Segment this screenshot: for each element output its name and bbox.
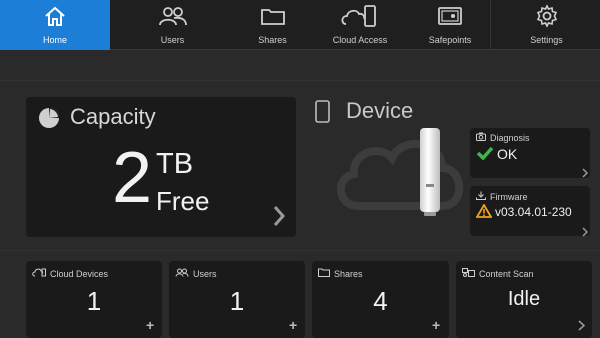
camera-icon <box>476 132 486 143</box>
nav-cloud-access[interactable]: Cloud Access <box>310 0 410 50</box>
firmware-header: Firmware <box>476 191 528 202</box>
content-scan-chevron-right-icon[interactable] <box>578 318 586 336</box>
nav-shares-label: Shares <box>258 35 287 45</box>
cloud-icon <box>330 126 470 221</box>
device-title: Device <box>346 98 414 123</box>
users-header: Users <box>175 268 217 279</box>
shares-tile-folder-icon <box>318 268 330 279</box>
diagnosis-label: Diagnosis <box>490 132 530 143</box>
nav-settings-label: Settings <box>530 35 563 45</box>
shares-tile-label: Shares <box>334 268 363 279</box>
shares-add-button[interactable]: + <box>432 317 440 333</box>
capacity-status: Free <box>156 186 210 216</box>
section-divider <box>0 80 600 81</box>
users-tile-icon <box>175 268 189 279</box>
shares-tile-value: 4 <box>373 286 388 316</box>
device-image <box>418 126 442 223</box>
firmware-chevron-right-icon[interactable] <box>582 224 589 242</box>
diagnosis-status: OK <box>497 146 518 162</box>
cloud-devices-label: Cloud Devices <box>50 268 109 279</box>
shares-header: Shares <box>318 268 363 279</box>
users-icon <box>158 0 188 32</box>
content-scan-label: Content Scan <box>479 268 534 279</box>
diagnosis-chevron-right-icon[interactable] <box>582 165 589 183</box>
capacity-unit: TB <box>156 148 194 180</box>
check-icon <box>476 146 494 165</box>
capacity-value: 2 <box>112 138 152 218</box>
users-tile-value: 1 <box>229 286 245 316</box>
diagnosis-header: Diagnosis <box>476 132 530 143</box>
nav-shares[interactable]: Shares <box>235 0 310 50</box>
gear-icon <box>535 0 559 32</box>
users-add-button[interactable]: + <box>289 317 297 333</box>
cloud-devices-add-button[interactable]: + <box>146 317 154 333</box>
capacity-title: Capacity <box>70 104 156 129</box>
capacity-chevron-right-icon[interactable] <box>272 204 286 233</box>
nav-safepoints-label: Safepoints <box>428 35 472 45</box>
nav-cloud-access-label: Cloud Access <box>332 35 388 45</box>
home-icon <box>43 0 67 32</box>
pie-chart-icon <box>37 106 61 135</box>
nav-home-label: Home <box>42 35 67 45</box>
nav-safepoints[interactable]: Safepoints <box>410 0 490 50</box>
warning-icon <box>475 203 493 223</box>
nav-home[interactable]: Home <box>0 0 110 50</box>
cloud-access-icon <box>340 0 380 32</box>
top-navigation: Home Users Shares Cloud Access Safepoint… <box>0 0 600 50</box>
firmware-label: Firmware <box>490 191 528 202</box>
bottom-divider <box>0 250 600 251</box>
users-tile-label: Users <box>193 268 217 279</box>
nav-settings[interactable]: Settings <box>493 0 600 50</box>
download-icon <box>476 191 486 202</box>
firmware-version: v03.04.01-230 <box>495 205 572 219</box>
nav-users[interactable]: Users <box>110 0 235 50</box>
cloud-devices-icon <box>32 268 46 279</box>
safe-icon <box>436 0 464 32</box>
content-scan-header: Content Scan <box>462 268 534 279</box>
nav-users-label: Users <box>160 35 185 45</box>
device-icon <box>314 100 332 129</box>
cloud-devices-value: 1 <box>86 286 102 316</box>
content-scan-icon <box>462 268 475 279</box>
content-scan-value: Idle <box>507 288 541 310</box>
cloud-devices-header: Cloud Devices <box>32 268 108 279</box>
folder-icon <box>260 0 286 32</box>
